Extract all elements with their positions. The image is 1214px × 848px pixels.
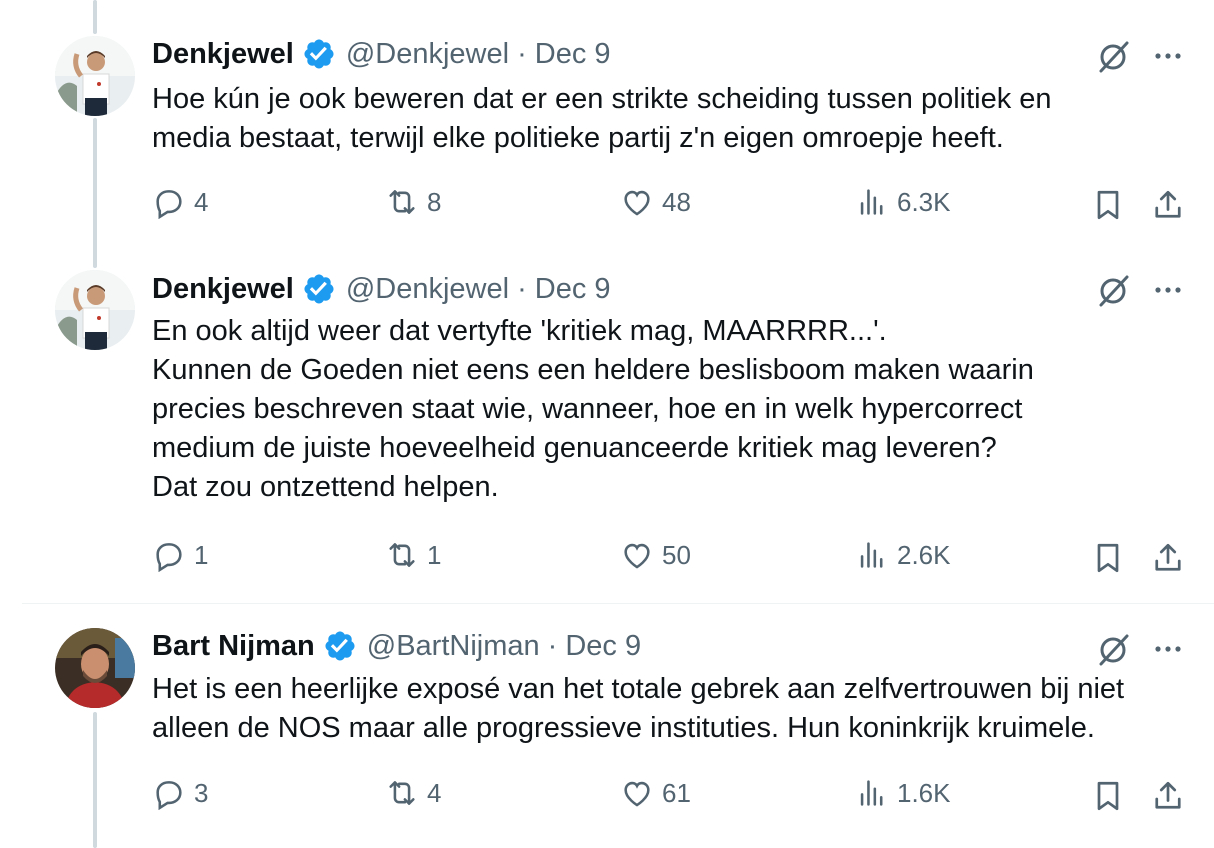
- reply-icon: [156, 543, 182, 572]
- views-button[interactable]: 6.3K: [855, 185, 951, 219]
- reply-icon: [156, 781, 182, 810]
- repost-count: 8: [427, 186, 442, 217]
- repost-button[interactable]: 4: [385, 776, 441, 810]
- more-icon[interactable]: [1150, 631, 1186, 667]
- separator-dot: ·: [517, 37, 527, 70]
- tweet[interactable]: Bart Nijman @BartNijman · Dec 9 Het is e…: [0, 604, 1214, 848]
- like-icon: [624, 190, 650, 216]
- views-count: 6.3K: [897, 186, 951, 217]
- repost-count: 1: [427, 539, 442, 570]
- reply-count: 4: [194, 186, 209, 217]
- views-icon: [860, 542, 883, 568]
- author-handle[interactable]: @Denkjewel: [346, 38, 509, 71]
- views-button[interactable]: 1.6K: [855, 776, 951, 810]
- tweet-text: En ook altijd weer dat vertyfte 'kritiek…: [152, 315, 1034, 503]
- separator-dot: ·: [517, 272, 527, 305]
- views-icon: [860, 189, 883, 215]
- like-icon: [624, 543, 650, 569]
- like-count: 48: [662, 186, 691, 217]
- bookmark-icon[interactable]: [1090, 187, 1126, 223]
- like-icon: [624, 781, 650, 807]
- author-name[interactable]: Denkjewel: [152, 38, 294, 71]
- author-name[interactable]: Denkjewel: [152, 273, 294, 306]
- grok-icon[interactable]: [1096, 272, 1132, 308]
- verified-badge-icon: [302, 37, 336, 71]
- more-icon[interactable]: [1150, 38, 1186, 74]
- reply-button[interactable]: 3: [152, 776, 208, 810]
- like-count: 61: [662, 777, 691, 808]
- reply-button[interactable]: 1: [152, 538, 208, 572]
- views-icon: [860, 780, 883, 806]
- tweet[interactable]: Denkjewel @Denkjewel · Dec 9 En ook alti…: [0, 250, 1214, 603]
- like-button[interactable]: 48: [620, 185, 691, 219]
- repost-button[interactable]: 8: [385, 185, 441, 219]
- tweet-text: Hoe kún je ook beweren dat er een strikt…: [152, 83, 1052, 154]
- author-handle[interactable]: @Denkjewel: [346, 273, 509, 306]
- reply-count: 1: [194, 539, 209, 570]
- share-icon[interactable]: [1150, 540, 1186, 576]
- views-count: 1.6K: [897, 777, 951, 808]
- tweet-text: Het is een heerlijke exposé van het tota…: [152, 673, 1125, 744]
- grok-icon[interactable]: [1096, 38, 1132, 74]
- verified-badge-icon: [323, 629, 357, 663]
- views-button[interactable]: 2.6K: [855, 538, 951, 572]
- separator-dot: ·: [547, 629, 558, 662]
- repost-count: 4: [427, 777, 442, 808]
- reply-button[interactable]: 4: [152, 185, 208, 219]
- tweet-actions: 3 4 61 1.6K: [0, 776, 1214, 816]
- views-count: 2.6K: [897, 539, 951, 570]
- repost-icon: [389, 543, 415, 567]
- avatar[interactable]: [55, 270, 135, 350]
- repost-icon: [389, 190, 415, 214]
- tweet-date[interactable]: Dec 9: [565, 630, 641, 663]
- more-icon[interactable]: [1150, 272, 1186, 308]
- like-button[interactable]: 61: [620, 776, 691, 810]
- author-name[interactable]: Bart Nijman: [152, 630, 315, 663]
- repost-button[interactable]: 1: [385, 538, 441, 572]
- reply-count: 3: [194, 777, 209, 808]
- like-button[interactable]: 50: [620, 538, 691, 572]
- avatar[interactable]: [55, 36, 135, 116]
- reply-icon: [156, 190, 182, 219]
- bookmark-icon[interactable]: [1090, 778, 1126, 814]
- share-icon[interactable]: [1150, 187, 1186, 223]
- tweet-date[interactable]: Dec 9: [535, 38, 611, 71]
- grok-icon[interactable]: [1096, 631, 1132, 667]
- tweet-actions: 1 1 50 2.6K: [0, 538, 1214, 578]
- author-handle[interactable]: @BartNijman: [367, 630, 540, 663]
- like-count: 50: [662, 539, 691, 570]
- avatar[interactable]: [55, 628, 135, 708]
- repost-icon: [389, 781, 415, 805]
- share-icon[interactable]: [1150, 778, 1186, 814]
- tweet-date[interactable]: Dec 9: [535, 273, 611, 306]
- tweet-actions: 4 8 48 6.3K: [0, 185, 1214, 225]
- bookmark-icon[interactable]: [1090, 540, 1126, 576]
- tweet[interactable]: Denkjewel @Denkjewel · Dec 9 Hoe kún je …: [0, 0, 1214, 250]
- verified-badge-icon: [302, 272, 336, 306]
